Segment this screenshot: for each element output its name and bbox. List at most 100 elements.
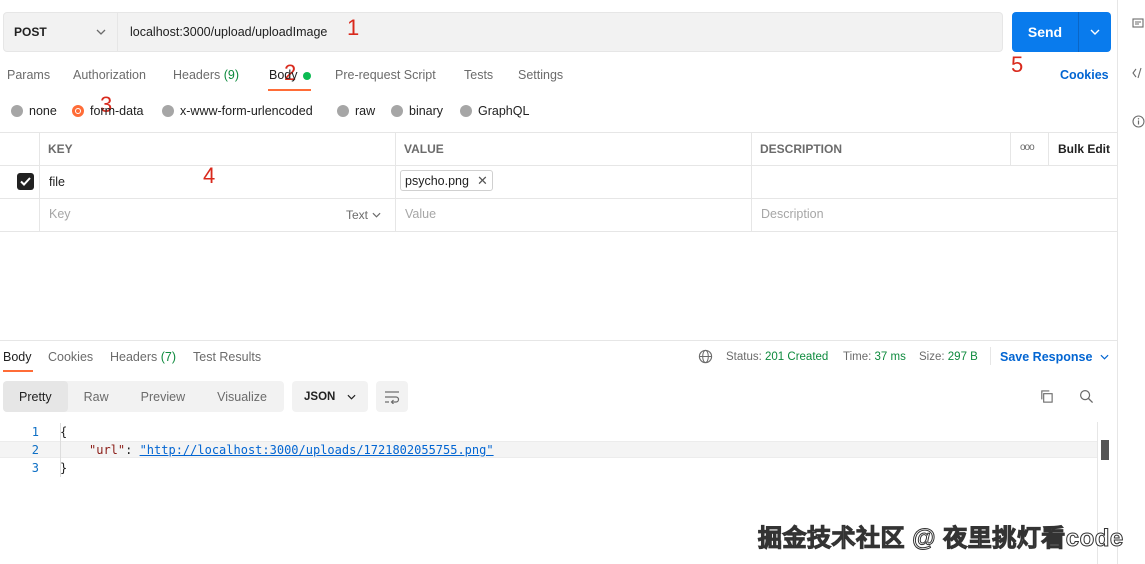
line-number: 3 [31,461,39,475]
annotation-5: 5 [1011,52,1024,77]
chevron-down-icon [1100,354,1109,360]
response-tab-cookies[interactable]: Cookies [48,350,93,364]
tab-authorization[interactable]: Authorization [73,68,146,82]
json-url-value[interactable]: "http://localhost:3000/uploads/172180205… [140,443,494,457]
view-mode-raw[interactable]: Raw [68,381,125,412]
url-text: localhost:3000/upload/uploadImage [130,25,328,39]
radio-binary[interactable]: binary [391,104,443,118]
radio-raw[interactable]: raw [337,104,375,118]
copy-icon[interactable] [1039,389,1054,407]
view-mode-preview[interactable]: Preview [125,381,201,412]
response-tab-underline [3,370,33,372]
bulk-edit-button[interactable]: Bulk Edit [1058,142,1110,156]
wrap-lines-button[interactable] [376,381,408,412]
table-col-divider [39,132,40,232]
table-col-divider [395,132,396,232]
type-select[interactable]: Text [346,208,381,222]
radio-form-data[interactable]: form-data [72,104,144,118]
code-text[interactable]: { [60,425,67,439]
radio-dot-selected [72,105,84,117]
status-readout: Status: 201 Created [726,351,828,363]
row-enabled-checkbox[interactable] [17,173,34,190]
radio-dot [162,105,174,117]
save-response-button[interactable]: Save Response [1000,350,1109,364]
chevron-down-icon [95,26,107,38]
format-label: JSON [304,390,336,403]
response-tab-test-results[interactable]: Test Results [193,350,261,364]
line-number: 1 [31,425,39,439]
column-header-value: VALUE [404,142,444,156]
globe-icon[interactable] [698,349,713,367]
json-key: "url" [89,443,126,457]
file-chip[interactable]: psycho.png ✕ [400,170,493,191]
method-select[interactable]: POST [3,12,118,52]
more-options-icon[interactable]: ooo [1020,142,1035,153]
view-mode-pretty[interactable]: Pretty [3,381,68,412]
url-input[interactable]: localhost:3000/upload/uploadImage [118,12,1003,52]
radio-label: form-data [90,104,144,118]
response-tab-headers-count: (7) [160,350,177,364]
response-tab-headers-label: Headers [110,350,158,364]
radio-dot [391,105,403,117]
time-value[interactable]: 37 ms [875,351,906,363]
radio-label: binary [409,104,444,118]
send-button[interactable]: Send [1012,12,1111,52]
code-icon[interactable] [1132,66,1144,83]
size-readout: Size: 297 B [919,351,978,363]
view-mode-segmented: Pretty Raw Preview Visualize [3,381,284,412]
radio-graphql[interactable]: GraphQL [460,104,529,118]
value-input[interactable]: Value [405,207,436,221]
radio-x-www-form-urlencoded[interactable]: x-www-form-urlencoded [162,104,313,118]
body-modified-dot [303,72,311,80]
radio-label: none [29,104,57,118]
radio-dot [460,105,472,117]
code-scrollbar[interactable] [1101,440,1109,460]
code-text[interactable]: } [60,461,67,475]
tab-headers[interactable]: Headers (9) [173,68,239,82]
format-select[interactable]: JSON [292,381,368,412]
tab-settings[interactable]: Settings [518,68,563,82]
json-separator: : [125,443,140,457]
table-col-divider [751,132,752,232]
file-name: psycho.png [405,173,469,188]
checkmark-icon [20,177,31,186]
chevron-down-icon[interactable] [1079,29,1111,35]
search-icon[interactable] [1079,389,1094,407]
code-line[interactable]: "url": "http://localhost:3000/uploads/17… [89,443,494,457]
radio-dot [337,105,349,117]
tab-pre-request-script[interactable]: Pre-request Script [335,68,436,82]
response-divider [0,340,1118,341]
response-tab-headers[interactable]: Headers (7) [110,350,176,364]
radio-label: GraphQL [478,104,530,118]
tab-tests[interactable]: Tests [464,68,493,82]
response-tab-body[interactable]: Body [3,350,32,364]
key-input[interactable]: Key [49,207,71,221]
comment-icon[interactable] [1132,18,1144,33]
time-readout: Time: 37 ms [843,351,906,363]
view-mode-visualize[interactable]: Visualize [201,381,283,412]
method-label: POST [14,25,47,39]
line-number: 2 [31,443,39,457]
column-header-description: DESCRIPTION [760,142,843,156]
status-value[interactable]: 201 Created [765,351,828,363]
close-icon[interactable]: ✕ [477,173,488,189]
wrap-icon [385,390,400,404]
description-input[interactable]: Description [761,207,824,221]
size-label: Size: [919,351,945,363]
tab-params[interactable]: Params [7,68,50,82]
size-value[interactable]: 297 B [948,351,978,363]
chevron-down-icon [347,394,356,400]
tab-headers-count: (9) [223,68,240,82]
tab-body[interactable]: Body [269,68,298,82]
cookies-link[interactable]: Cookies [1060,68,1109,82]
status-label: Status: [726,351,762,363]
row-key[interactable]: file [49,175,65,189]
tab-body-underline [268,89,311,91]
radio-label: x-www-form-urlencoded [180,104,313,118]
info-icon[interactable] [1132,115,1145,131]
column-header-key: KEY [48,142,73,156]
table-col-divider [1010,132,1011,165]
panel-divider [1117,0,1118,564]
radio-none[interactable]: none [11,104,57,118]
send-label: Send [1027,24,1063,40]
